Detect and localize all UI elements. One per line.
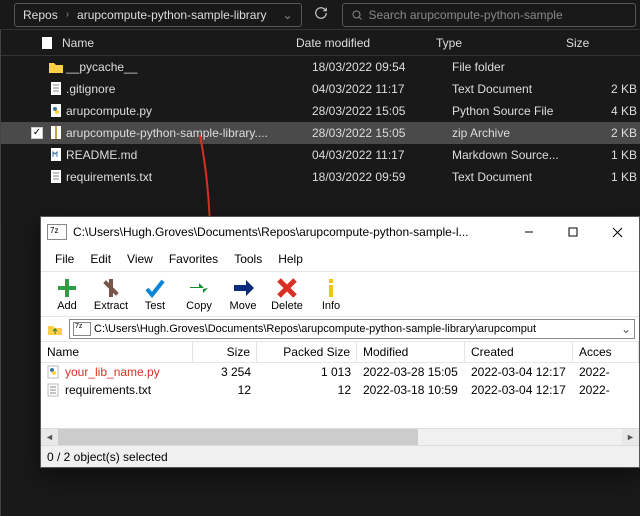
list-item[interactable]: your_lib_name.py 3 254 1 013 2022-03-28 …	[41, 363, 639, 381]
crumb-repos[interactable]: Repos	[15, 4, 66, 26]
col-created[interactable]: Created	[465, 342, 573, 362]
address-bar: C:\Users\Hugh.Groves\Documents\Repos\aru…	[41, 316, 639, 341]
search-input[interactable]: Search arupcompute-python-sample	[342, 3, 636, 27]
col-accessed[interactable]: Acces	[573, 342, 639, 362]
scroll-left-icon[interactable]: ◄	[41, 429, 58, 446]
file-icon	[40, 36, 54, 50]
search-placeholder: Search arupcompute-python-sample	[369, 8, 563, 22]
file-list: your_lib_name.py 3 254 1 013 2022-03-28 …	[41, 363, 639, 428]
seven-zip-window: C:\Users\Hugh.Groves\Documents\Repos\aru…	[40, 216, 640, 468]
text-file-icon	[47, 383, 61, 397]
text-file-icon	[46, 81, 66, 97]
python-file-icon	[47, 365, 61, 379]
col-name[interactable]: Name	[41, 342, 193, 362]
col-modified[interactable]: Modified	[357, 342, 465, 362]
menu-edit[interactable]: Edit	[82, 249, 119, 269]
list-item[interactable]: requirements.txt 12 12 2022-03-18 10:59 …	[41, 381, 639, 399]
list-headers: Name Size Packed Size Modified Created A…	[41, 341, 639, 363]
menu-tools[interactable]: Tools	[226, 249, 270, 269]
menu-help[interactable]: Help	[270, 249, 311, 269]
minimize-button[interactable]	[507, 217, 551, 247]
delete-button[interactable]: Delete	[265, 274, 309, 314]
python-file-icon	[46, 103, 66, 119]
text-file-icon	[46, 169, 66, 185]
col-type[interactable]: Type	[436, 36, 566, 50]
app-icon	[47, 224, 67, 240]
toolbar: Add Extract Test Copy Move Delete Info	[41, 271, 639, 316]
up-folder-icon[interactable]	[45, 320, 65, 338]
zip-file-icon	[46, 125, 66, 141]
scroll-thumb[interactable]	[58, 429, 418, 446]
archive-icon	[73, 322, 91, 336]
search-icon	[351, 9, 363, 21]
breadcrumb[interactable]: Repos › arupcompute-python-sample-librar…	[14, 3, 302, 27]
col-name[interactable]: Name	[40, 36, 296, 50]
move-button[interactable]: Move	[221, 274, 265, 314]
scroll-right-icon[interactable]: ►	[622, 429, 639, 446]
test-button[interactable]: Test	[133, 274, 177, 314]
menubar: File Edit View Favorites Tools Help	[41, 247, 639, 271]
list-item[interactable]: README.md 04/03/2022 11:17 Markdown Sour…	[0, 144, 640, 166]
menu-view[interactable]: View	[119, 249, 161, 269]
list-item[interactable]: __pycache__ 18/03/2022 09:54 File folder	[0, 56, 640, 78]
extract-button[interactable]: Extract	[89, 274, 133, 314]
status-bar: 0 / 2 object(s) selected	[41, 445, 639, 467]
address-input[interactable]: C:\Users\Hugh.Groves\Documents\Repos\aru…	[69, 319, 635, 339]
chevron-down-icon[interactable]: ⌄	[618, 322, 634, 336]
chevron-down-icon[interactable]: ⌄	[274, 8, 300, 22]
breadcrumb-bar: Repos › arupcompute-python-sample-librar…	[0, 0, 640, 30]
list-item-selected[interactable]: ✓ arupcompute-python-sample-library.... …	[0, 122, 640, 144]
window-title: C:\Users\Hugh.Groves\Documents\Repos\aru…	[73, 225, 507, 239]
explorer-column-headers: Name Date modified Type Size	[0, 30, 640, 56]
titlebar[interactable]: C:\Users\Hugh.Groves\Documents\Repos\aru…	[41, 217, 639, 247]
markdown-file-icon	[46, 147, 66, 163]
divider	[0, 30, 1, 516]
crumb-folder[interactable]: arupcompute-python-sample-library	[69, 4, 274, 26]
copy-button[interactable]: Copy	[177, 274, 221, 314]
col-size[interactable]: Size	[566, 36, 626, 50]
col-packed-size[interactable]: Packed Size	[257, 342, 357, 362]
list-item[interactable]: arupcompute.py 28/03/2022 15:05 Python S…	[0, 100, 640, 122]
checkbox-checked[interactable]: ✓	[28, 126, 46, 140]
list-item[interactable]: .gitignore 04/03/2022 11:17 Text Documen…	[0, 78, 640, 100]
menu-file[interactable]: File	[47, 249, 82, 269]
info-button[interactable]: Info	[309, 274, 353, 314]
refresh-icon[interactable]	[306, 2, 336, 27]
folder-icon	[46, 60, 66, 74]
add-button[interactable]: Add	[45, 274, 89, 314]
scrollbar-horizontal[interactable]: ◄ ►	[41, 428, 639, 445]
maximize-button[interactable]	[551, 217, 595, 247]
close-button[interactable]	[595, 217, 639, 247]
list-item[interactable]: requirements.txt 18/03/2022 09:59 Text D…	[0, 166, 640, 188]
col-date[interactable]: Date modified	[296, 36, 436, 50]
checkbox-placeholder	[28, 60, 46, 74]
col-size[interactable]: Size	[193, 342, 257, 362]
menu-favorites[interactable]: Favorites	[161, 249, 226, 269]
